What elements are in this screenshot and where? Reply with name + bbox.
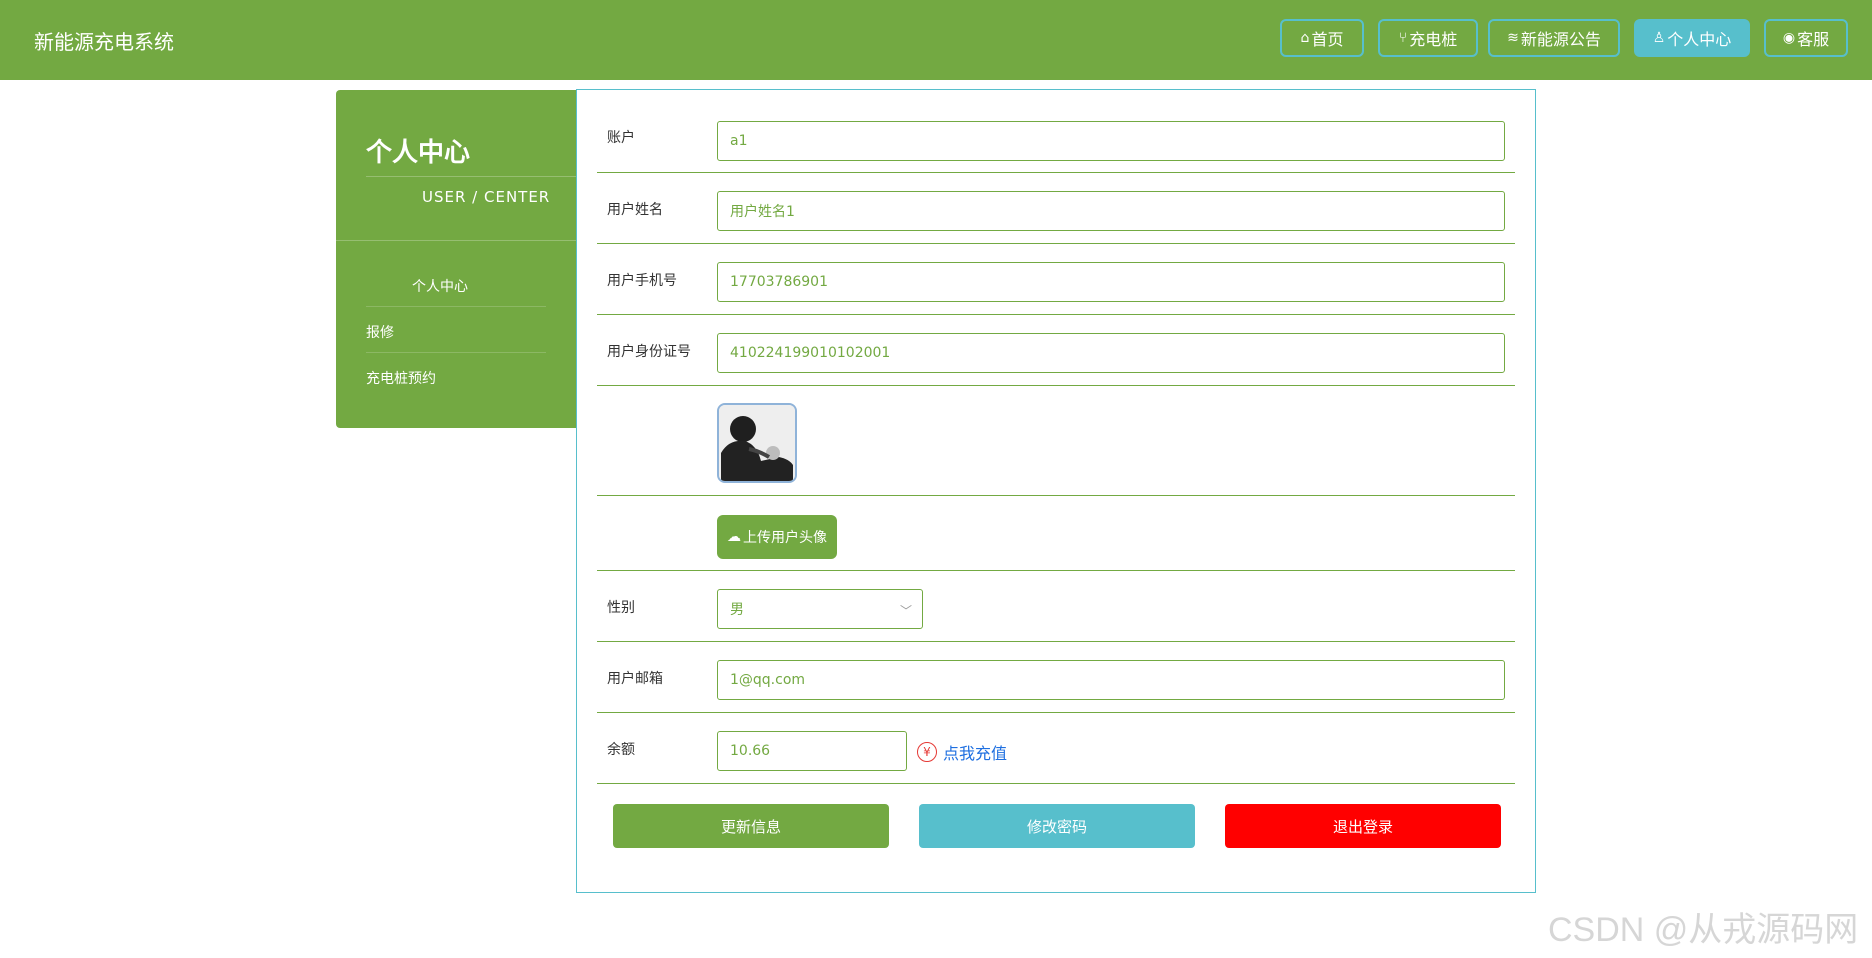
top-header: 新能源充电系统 ⌂ 首页 ⑂ 充电桩 ≋ 新能源公告 ♙ 个人中心 ◉ 客服 — [0, 0, 1872, 80]
name-label: 用户姓名 — [607, 202, 663, 218]
phone-label: 用户手机号 — [607, 273, 677, 289]
account-input[interactable]: a1 — [717, 121, 1505, 161]
form-row-idcard: 用户身份证号 410224199010102001 — [597, 314, 1515, 386]
sidebar: 个人中心 USER / CENTER 个人中心 报修 充电桩预约 — [336, 90, 576, 428]
gender-selected-value: 男 — [730, 602, 744, 618]
form-row-name: 用户姓名 用户姓名1 — [597, 172, 1515, 244]
form-row-email: 用户邮箱 1@qq.com — [597, 641, 1515, 713]
gender-select[interactable]: 男 ﹀ — [717, 589, 923, 629]
sidebar-subtitle: USER / CENTER — [422, 188, 551, 206]
cloud-upload-icon: ☁ — [727, 529, 741, 545]
form-row-balance: 余额 10.66 ¥ 点我充值 — [597, 712, 1515, 784]
nav-charger-button[interactable]: ⑂ 充电桩 — [1378, 19, 1478, 57]
app-title: 新能源充电系统 — [34, 30, 174, 54]
phone-input[interactable]: 17703786901 — [717, 262, 1505, 302]
change-password-button[interactable]: 修改密码 — [919, 804, 1195, 848]
nav-home-button[interactable]: ⌂ 首页 — [1280, 19, 1364, 57]
idcard-label: 用户身份证号 — [607, 344, 691, 360]
idcard-input[interactable]: 410224199010102001 — [717, 333, 1505, 373]
layers-icon: ≋ — [1507, 30, 1519, 46]
email-label: 用户邮箱 — [607, 671, 663, 687]
nav-charger-label: 充电桩 — [1409, 30, 1458, 49]
name-input[interactable]: 用户姓名1 — [717, 191, 1505, 231]
gender-label: 性别 — [607, 600, 635, 616]
recharge-link[interactable]: ¥ 点我充值 — [917, 740, 1007, 764]
nav-user-center-button[interactable]: ♙ 个人中心 — [1634, 19, 1750, 57]
form-row-avatar — [597, 385, 1515, 496]
sidebar-item-charger-booking[interactable]: 充电桩预约 — [366, 368, 436, 388]
sidebar-item-user-center[interactable]: 个人中心 — [412, 276, 468, 296]
profile-panel: 账户 a1 用户姓名 用户姓名1 用户手机号 17703786901 用户身份证… — [576, 89, 1536, 893]
chevron-down-icon: ﹀ — [899, 604, 912, 618]
home-icon: ⌂ — [1300, 30, 1310, 46]
upload-avatar-label: 上传用户头像 — [743, 530, 827, 546]
nav-user-center-label: 个人中心 — [1667, 30, 1732, 49]
form-row-phone: 用户手机号 17703786901 — [597, 243, 1515, 315]
avatar-image — [719, 405, 795, 481]
sidebar-separator — [366, 306, 546, 307]
account-label: 账户 — [607, 130, 635, 146]
user-icon: ♙ — [1652, 30, 1666, 46]
form-row-gender: 性别 男 ﹀ — [597, 570, 1515, 642]
nav-service-label: 客服 — [1797, 30, 1830, 49]
sidebar-title: 个人中心 — [366, 138, 471, 168]
sidebar-divider — [366, 176, 576, 177]
sidebar-item-repair[interactable]: 报修 — [366, 322, 394, 342]
balance-label: 余额 — [607, 742, 635, 758]
yen-icon: ¥ — [917, 742, 937, 762]
chat-icon: ◉ — [1782, 30, 1796, 46]
sidebar-divider — [336, 240, 576, 241]
nav-notice-label: 新能源公告 — [1520, 30, 1601, 49]
logout-button[interactable]: 退出登录 — [1225, 804, 1501, 848]
form-row-account: 账户 a1 — [597, 90, 1515, 173]
plug-icon: ⑂ — [1398, 30, 1408, 46]
recharge-label: 点我充值 — [943, 744, 1008, 763]
nav-home-label: 首页 — [1311, 30, 1344, 49]
nav-service-button[interactable]: ◉ 客服 — [1764, 19, 1848, 57]
email-input[interactable]: 1@qq.com — [717, 660, 1505, 700]
form-row-upload: ☁ 上传用户头像 — [597, 495, 1515, 571]
upload-avatar-button[interactable]: ☁ 上传用户头像 — [717, 515, 837, 559]
balance-input[interactable]: 10.66 — [717, 731, 907, 771]
avatar — [717, 403, 797, 483]
sidebar-separator — [366, 352, 546, 353]
nav-notice-button[interactable]: ≋ 新能源公告 — [1488, 19, 1620, 57]
watermark: CSDN @从戎源码网 — [1548, 911, 1859, 949]
update-info-button[interactable]: 更新信息 — [613, 804, 889, 848]
